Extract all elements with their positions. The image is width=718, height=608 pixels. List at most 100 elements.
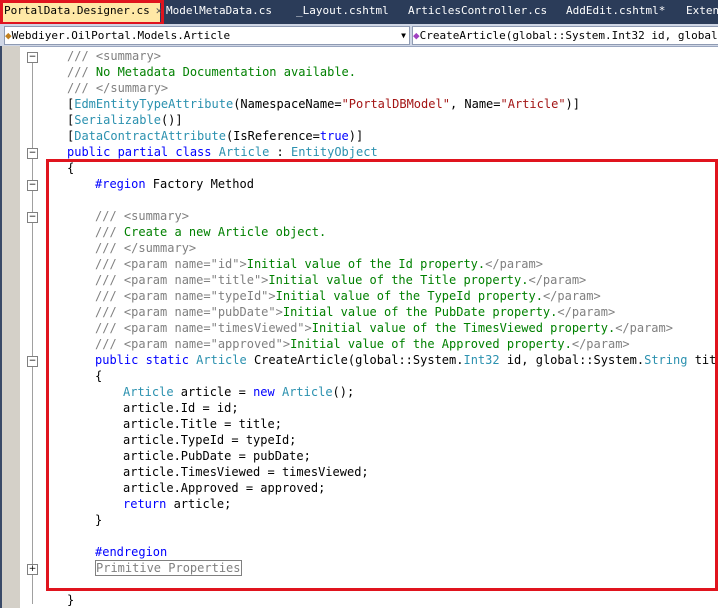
code-token: new xyxy=(253,385,282,399)
code-line: /// No Metadata Documentation available. xyxy=(67,64,356,80)
expand-icon[interactable]: + xyxy=(27,564,38,575)
code-token: article.Id = id; xyxy=(123,401,239,415)
editor-margin xyxy=(0,46,20,608)
code-token: public static xyxy=(95,353,197,367)
close-icon[interactable]: ✕ xyxy=(156,4,163,17)
tab-modelmetadata[interactable]: ModelMetaData.cs xyxy=(166,0,272,24)
code-line: article.TimesViewed = timesViewed; xyxy=(123,464,369,480)
code-token: Factory Method xyxy=(145,177,254,191)
chevron-down-icon[interactable]: ▼ xyxy=(401,27,406,44)
member-combo[interactable]: ◆CreateArticle(global::System.Int32 id, … xyxy=(412,26,718,45)
code-token: article.TypeId = typeId; xyxy=(123,433,297,447)
code-token: article.PubDate = pubDate; xyxy=(123,449,311,463)
code-line: #region Factory Method xyxy=(95,176,254,192)
code-token: Article xyxy=(281,385,333,399)
member-combo-value: CreateArticle(global::System.Int32 id, g… xyxy=(419,29,718,42)
code-token: </param> xyxy=(485,257,543,271)
code-token: Initial value of the Id property. xyxy=(246,257,486,271)
code-token: article; xyxy=(173,497,232,511)
code-token: /// </summary> xyxy=(67,81,169,95)
code-line: #endregion xyxy=(95,544,167,560)
code-token: (); xyxy=(332,385,355,399)
code-token: Article xyxy=(196,353,247,367)
collapse-icon[interactable]: − xyxy=(27,148,38,159)
code-line: Article article = new Article(); xyxy=(123,384,354,400)
code-line: /// <param name="pubDate">Initial value … xyxy=(95,304,615,320)
code-line: [Serializable()] xyxy=(67,112,183,128)
code-line: /// <summary> xyxy=(95,208,189,224)
code-token: /// </summary> xyxy=(95,241,197,255)
code-token: "PortalDBModel" xyxy=(341,97,450,111)
tab-addedit[interactable]: AddEdit.cshtml* xyxy=(566,0,665,24)
code-line: /// </summary> xyxy=(95,240,196,256)
code-token: Create a new Article object. xyxy=(123,225,327,239)
collapse-icon[interactable]: − xyxy=(27,212,38,223)
code-token: (IsReference= xyxy=(225,129,320,143)
code-line: article.PubDate = pubDate; xyxy=(123,448,311,464)
code-token: /// <summary> xyxy=(67,49,161,63)
code-token: /// <summary> xyxy=(95,209,189,223)
code-token: title, xyxy=(694,353,718,367)
code-token: /// xyxy=(67,65,96,79)
tab-label: PortalData.Designer.cs xyxy=(4,4,150,17)
code-line: { xyxy=(95,368,102,384)
code-token: article.TimesViewed = timesViewed; xyxy=(123,465,369,479)
collapsed-region[interactable]: Primitive Properties xyxy=(95,560,242,576)
code-token: )] xyxy=(348,129,364,143)
tab-layout[interactable]: _Layout.cshtml xyxy=(296,0,389,24)
type-combo[interactable]: ◆Webdiyer.OilPortal.Models.Article ▼ xyxy=(4,26,410,45)
code-token: String xyxy=(644,353,688,367)
code-line: article.Id = id; xyxy=(123,400,239,416)
code-line: Primitive Properties xyxy=(95,560,242,576)
code-line: /// Create a new Article object. xyxy=(95,224,326,240)
code-token: Int32 xyxy=(463,353,500,367)
code-token: "Article" xyxy=(500,97,566,111)
code-token: Initial value of the Approved property. xyxy=(290,337,572,351)
code-token: { xyxy=(95,369,103,383)
code-token: } xyxy=(95,513,103,527)
tab-portaldata-designer[interactable]: PortalData.Designer.cs ✕ xyxy=(0,0,163,24)
code-token: Initial value of the TimesViewed propert… xyxy=(311,321,616,335)
code-token: Initial value of the TypeId property. xyxy=(275,289,543,303)
code-line: article.Title = title; xyxy=(123,416,282,432)
code-token: </param> xyxy=(542,289,601,303)
code-line: [EdmEntityTypeAttribute(NamespaceName="P… xyxy=(67,96,580,112)
code-token: Serializable xyxy=(74,113,161,127)
code-line: } xyxy=(67,592,74,608)
code-line: public partial class Article : EntityObj… xyxy=(67,144,378,160)
code-line: { xyxy=(67,160,74,176)
code-token: article = xyxy=(173,385,254,399)
code-token: </param> xyxy=(615,321,673,335)
code-token: , Name= xyxy=(449,97,501,111)
code-token: (NamespaceName= xyxy=(233,97,342,111)
code-token: article.Approved = approved; xyxy=(123,481,326,495)
collapse-icon[interactable]: − xyxy=(27,52,38,63)
navigation-bar: ◆Webdiyer.OilPortal.Models.Article ▼ ◆Cr… xyxy=(0,24,718,47)
method-icon: ◆ xyxy=(413,29,420,42)
code-line: /// <param name="timesViewed">Initial va… xyxy=(95,320,673,336)
code-token: article.Title = title; xyxy=(123,417,282,431)
code-token: true xyxy=(319,129,349,143)
code-token: /// <param name="approved"> xyxy=(95,337,291,351)
code-line: /// <summary> xyxy=(67,48,161,64)
code-token: Article xyxy=(218,145,270,159)
code-token: </param> xyxy=(528,273,587,287)
code-token: public partial class xyxy=(67,145,219,159)
code-token: No Metadata Documentation available. xyxy=(95,65,356,79)
code-token: return xyxy=(123,497,174,511)
collapse-icon[interactable]: − xyxy=(27,180,38,191)
code-line: [DataContractAttribute(IsReference=true)… xyxy=(67,128,363,144)
outline-guide xyxy=(32,56,34,604)
code-line: /// <param name="title">Initial value of… xyxy=(95,272,586,288)
code-line: /// <param name="typeId">Initial value o… xyxy=(95,288,601,304)
code-line: public static Article CreateArticle(glob… xyxy=(95,352,718,368)
tab-extensions[interactable]: Exten xyxy=(686,0,718,24)
code-token: EdmEntityTypeAttribute xyxy=(74,97,234,111)
code-line: article.Approved = approved; xyxy=(123,480,325,496)
code-token: </param> xyxy=(557,305,616,319)
tab-articlescontroller[interactable]: ArticlesController.cs xyxy=(408,0,547,24)
code-token: ()] xyxy=(160,113,183,127)
collapse-icon[interactable]: − xyxy=(27,356,38,367)
code-line: } xyxy=(95,512,102,528)
code-token: /// <param name="pubDate"> xyxy=(95,305,283,319)
